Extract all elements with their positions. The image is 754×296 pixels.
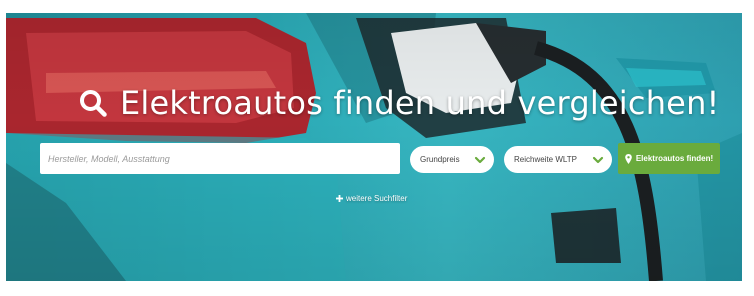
- more-filters-link[interactable]: weitere Suchfilter: [336, 194, 407, 203]
- map-pin-icon: [625, 153, 632, 164]
- page-title-text: Elektroautos finden und vergleichen!: [120, 84, 720, 122]
- chevron-down-icon: [474, 155, 486, 165]
- find-electric-cars-button[interactable]: Elektroautos finden!: [618, 143, 720, 174]
- plus-icon: [336, 195, 343, 202]
- search-input[interactable]: [40, 143, 400, 174]
- search-bar: [40, 143, 400, 174]
- page-title: Elektroautos finden und vergleichen!: [78, 84, 720, 122]
- grundpreis-dropdown-label: Grundpreis: [420, 155, 460, 164]
- reichweite-dropdown[interactable]: Reichweite WLTP: [504, 146, 612, 173]
- grundpreis-dropdown[interactable]: Grundpreis: [410, 146, 494, 173]
- more-filters-label: weitere Suchfilter: [346, 194, 408, 203]
- reichweite-dropdown-label: Reichweite WLTP: [514, 155, 577, 164]
- search-icon: [78, 88, 108, 118]
- find-button-label: Elektroautos finden!: [635, 154, 714, 163]
- chevron-down-icon: [592, 155, 604, 165]
